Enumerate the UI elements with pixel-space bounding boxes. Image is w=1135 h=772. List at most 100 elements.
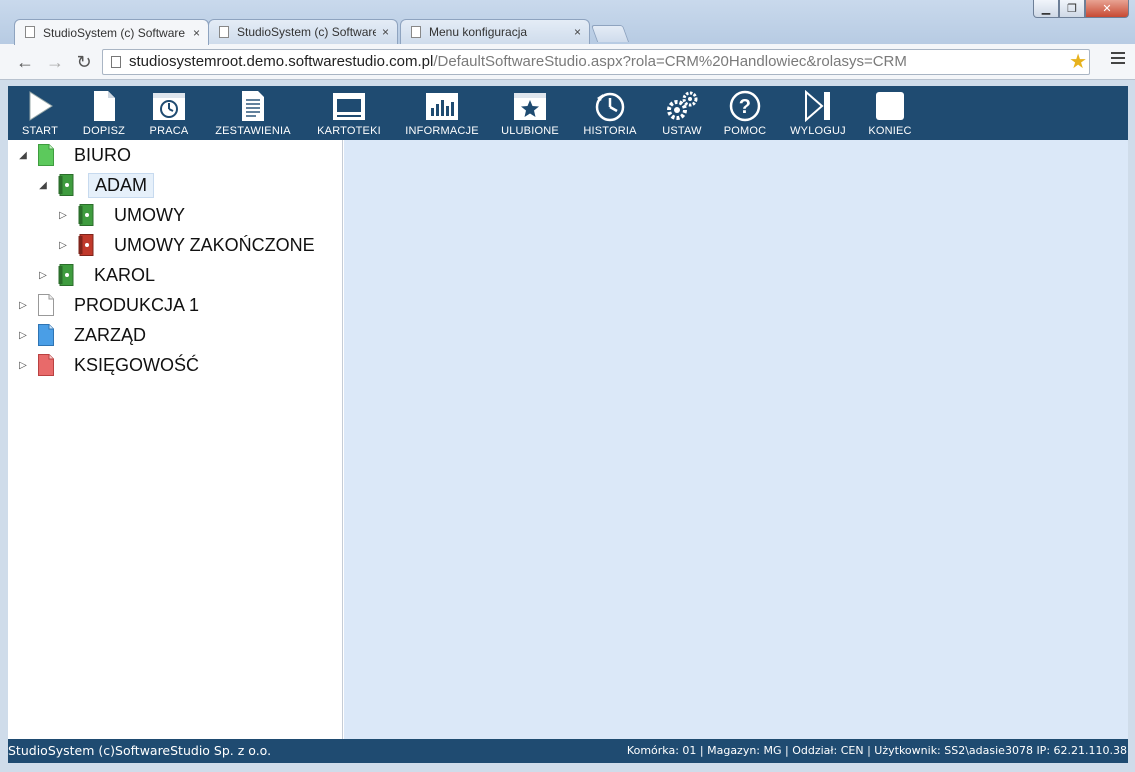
tab-title: StudioSystem (c) Software (237, 25, 376, 39)
blue-document-icon (38, 324, 54, 346)
tree-node[interactable]: ◢ BIURO (16, 142, 137, 168)
toolbar-label: WYLOGUJ (790, 125, 846, 137)
close-tab-icon[interactable]: × (382, 25, 389, 39)
bookmark-star-icon[interactable]: ★ (1069, 50, 1087, 74)
toolbar-informacje-button[interactable]: INFORMACJE (401, 90, 483, 138)
toolbar-ustaw-button[interactable]: USTAW (658, 90, 706, 138)
collapse-triangle-icon[interactable]: ◢ (16, 150, 30, 161)
toolbar-label: KONIEC (868, 125, 912, 137)
tree-node-label: KAROL (94, 264, 156, 285)
tree-node-label: PRODUKCJA 1 (74, 294, 200, 315)
browser-tab[interactable]: StudioSystem (c) Software × (14, 19, 209, 45)
toolbar-label: DOPISZ (82, 125, 126, 137)
new-tab-button[interactable] (590, 25, 630, 42)
address-bar[interactable]: studiosystemroot.demo.softwarestudio.com… (102, 49, 1090, 75)
gears-icon (667, 91, 698, 120)
tree-node-label: ADAM (88, 172, 155, 198)
main-toolbar: START DOPISZ PRACA ZESTAWIENIA KARTOTEKI… (8, 86, 1128, 140)
report-icon (242, 91, 264, 121)
toolbar-pomoc-button[interactable]: ? POMOC (720, 90, 770, 138)
window-icon (333, 93, 365, 120)
status-session-info: Komórka: 01 | Magazyn: MG | Oddział: CEN… (626, 744, 1127, 757)
maximize-button[interactable]: ❐ (1059, 0, 1085, 18)
star-window-icon (514, 93, 546, 120)
close-tab-icon[interactable]: × (574, 25, 581, 39)
tree-node[interactable]: ▷ UMOWY ZAKOŃCZONE (56, 232, 321, 258)
chart-icon (426, 93, 458, 120)
green-document-icon (38, 144, 54, 166)
new-document-icon (94, 91, 115, 121)
red-binder-icon (78, 234, 94, 256)
toolbar-label: ULUBIONE (501, 125, 559, 137)
expand-triangle-icon[interactable]: ▷ (16, 330, 30, 341)
tree-panel: ◢ BIURO ◢ ADAM ▷ UMOWY ▷ UMOWY ZAKOŃCZON… (8, 140, 343, 739)
browser-menu-icon[interactable] (1111, 52, 1125, 67)
back-arrow-icon[interactable]: ← (14, 51, 36, 73)
tree-node-label: KSIĘGOWOŚĆ (74, 354, 200, 375)
status-company: StudioSystem (c)SoftwareStudio Sp. z o.o… (8, 743, 272, 758)
green-binder-icon (58, 174, 74, 196)
window-controls: ▁ ❐ ✕ (1033, 0, 1129, 20)
tree-node[interactable]: ▷ KAROL (36, 262, 161, 288)
browser-tab[interactable]: Menu konfiguracja × (400, 19, 590, 44)
expand-triangle-icon[interactable]: ▷ (16, 300, 30, 311)
help-icon: ? (729, 90, 761, 122)
toolbar-label: INFORMACJE (405, 125, 479, 137)
expand-triangle-icon[interactable]: ▷ (56, 210, 70, 221)
toolbar-label: USTAW (662, 125, 702, 137)
end-icon (876, 92, 904, 120)
tree-node[interactable]: ◢ ADAM (36, 172, 155, 198)
toolbar-dopisz-button[interactable]: DOPISZ (78, 90, 130, 138)
url-host: studiosystemroot.demo.softwarestudio.com… (129, 53, 434, 70)
tab-title: StudioSystem (c) Software (43, 25, 186, 40)
content-panel (344, 140, 1128, 739)
expand-triangle-icon[interactable]: ▷ (56, 240, 70, 251)
close-tab-icon[interactable]: × (193, 26, 200, 40)
tree-node-label: ZARZĄD (74, 324, 146, 345)
tab-title: Menu konfiguracja (429, 25, 528, 39)
toolbar-label: POMOC (723, 125, 767, 137)
tree-node[interactable]: ▷ UMOWY (56, 202, 191, 228)
red-document-icon (38, 354, 54, 376)
page-icon (219, 26, 229, 38)
toolbar-zestawienia-button[interactable]: ZESTAWIENIA (208, 90, 298, 138)
toolbar-label: START (21, 125, 59, 137)
browser-tab[interactable]: StudioSystem (c) Software × (208, 19, 398, 44)
toolbar-koniec-button[interactable]: KONIEC (864, 90, 916, 138)
toolbar-kartoteki-button[interactable]: KARTOTEKI (312, 90, 386, 138)
play-icon (29, 91, 53, 121)
toolbar-start-button[interactable]: START (18, 90, 62, 138)
browser-tabstrip: ▁ ❐ ✕ StudioSystem (c) Software × Studio… (0, 0, 1135, 45)
toolbar-ulubione-button[interactable]: ULUBIONE (498, 90, 562, 138)
close-window-button[interactable]: ✕ (1085, 0, 1129, 18)
expand-triangle-icon[interactable]: ▷ (36, 270, 50, 281)
svg-text:?: ? (739, 96, 751, 118)
reload-icon[interactable]: ↻ (73, 51, 95, 73)
toolbar-wyloguj-button[interactable]: WYLOGUJ (786, 90, 850, 138)
history-icon (595, 92, 625, 122)
toolbar-label: KARTOTEKI (317, 125, 381, 137)
page-icon (111, 56, 121, 68)
collapse-triangle-icon[interactable]: ◢ (36, 180, 50, 191)
browser-toolbar: ← → ↻ studiosystemroot.demo.softwarestud… (0, 44, 1135, 80)
logout-icon (805, 90, 830, 122)
tree-node[interactable]: ▷ ZARZĄD (16, 322, 152, 348)
minimize-button[interactable]: ▁ (1033, 0, 1059, 18)
url-path: /DefaultSoftwareStudio.aspx?rola=CRM%20H… (433, 53, 907, 70)
white-document-icon (38, 294, 54, 316)
forward-arrow-icon[interactable]: → (44, 51, 66, 73)
toolbar-label: ZESTAWIENIA (215, 125, 291, 137)
toolbar-label: PRACA (149, 125, 189, 137)
clock-window-icon (153, 93, 185, 120)
tree-node-label: BIURO (74, 144, 132, 165)
toolbar-historia-button[interactable]: HISTORIA (578, 90, 642, 138)
tree-node-label: UMOWY ZAKOŃCZONE (114, 234, 315, 255)
status-bar: StudioSystem (c)SoftwareStudio Sp. z o.o… (8, 739, 1128, 763)
tree-node-label: UMOWY (114, 204, 185, 225)
toolbar-praca-button[interactable]: PRACA (146, 90, 192, 138)
app-window: START DOPISZ PRACA ZESTAWIENIA KARTOTEKI… (8, 86, 1128, 763)
expand-triangle-icon[interactable]: ▷ (16, 360, 30, 371)
tree-node[interactable]: ▷ KSIĘGOWOŚĆ (16, 352, 205, 378)
tree-node[interactable]: ▷ PRODUKCJA 1 (16, 292, 205, 318)
green-binder-icon (78, 204, 94, 226)
